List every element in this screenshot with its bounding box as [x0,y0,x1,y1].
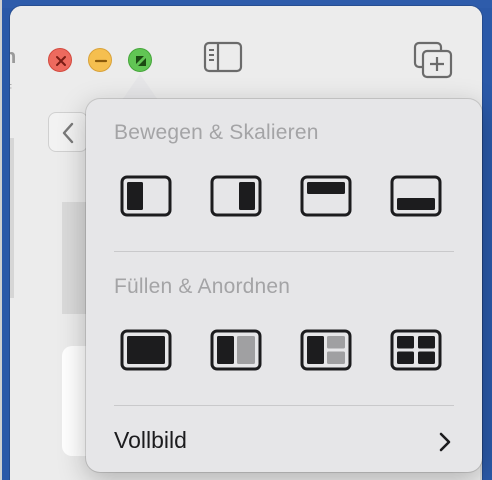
sidebar-toggle-button[interactable] [202,40,244,74]
minimize-button[interactable] [88,48,112,72]
section-divider [114,251,454,252]
new-tab-icon [413,41,453,79]
close-icon [56,56,66,66]
fill-icon [120,329,172,371]
four-grid-icon [390,329,442,371]
bottom-half-icon [390,175,442,217]
tile-right-half[interactable] [210,175,262,217]
content-placeholder [10,138,14,298]
fullscreen-menu-item[interactable]: Vollbild [114,425,454,459]
chevron-right-icon [439,432,451,452]
close-button[interactable] [48,48,72,72]
fullscreen-label: Vollbild [114,427,187,453]
tile-two-columns[interactable] [210,329,262,371]
tile-top-half[interactable] [300,175,352,217]
fill-arrange-title: Füllen & Anordnen [114,275,291,298]
back-button[interactable] [48,112,88,152]
window-tiling-popover: Bewegen & Skalieren Füllen & Anordnen Vo… [86,99,482,472]
sidebar-icon [203,41,243,73]
popover-caret [122,74,158,100]
tile-fill[interactable] [120,329,172,371]
tile-left-half[interactable] [120,175,172,217]
zoom-icon [136,56,146,66]
minimize-icon [94,59,108,63]
tile-three-pane[interactable] [300,329,352,371]
move-resize-title: Bewegen & Skalieren [114,121,319,144]
new-tab-button[interactable] [412,40,454,80]
section-divider [114,405,454,406]
zoom-button[interactable] [128,48,152,72]
left-half-icon [120,175,172,217]
two-columns-icon [210,329,262,371]
back-chevron-icon [62,122,74,144]
background-text: n [10,46,17,68]
tile-four-grid[interactable] [390,329,442,371]
background-text: = [10,78,12,94]
top-half-icon [300,175,352,217]
right-half-icon [210,175,262,217]
screen-edge [0,0,2,480]
three-pane-icon [300,329,352,371]
tile-bottom-half[interactable] [390,175,442,217]
